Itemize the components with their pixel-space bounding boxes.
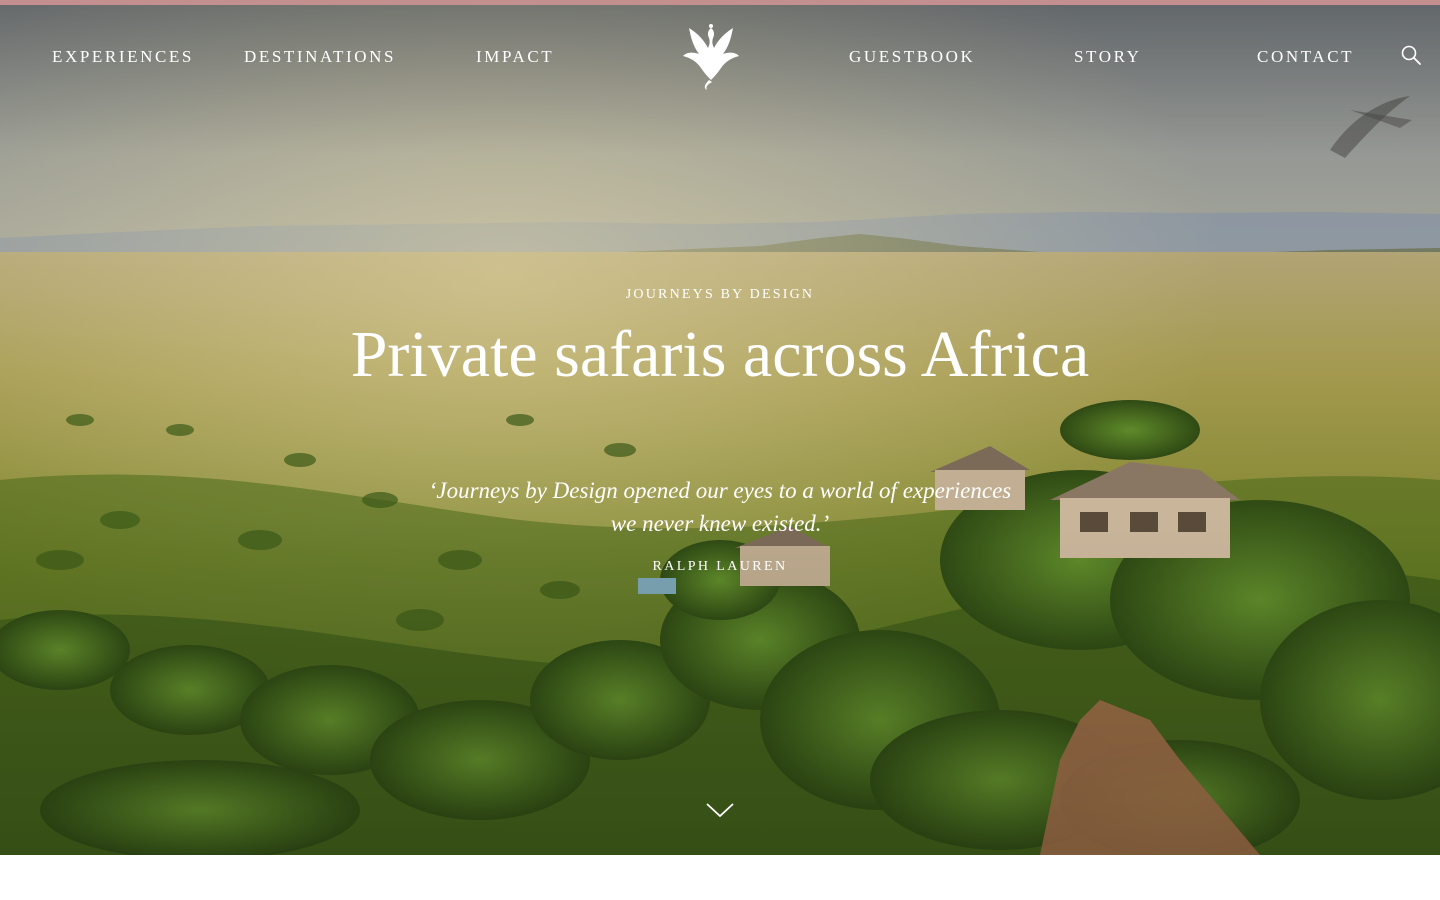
testimonial-author: RALPH LAUREN xyxy=(652,559,788,574)
hero-eyebrow: JOURNEYS BY DESIGN xyxy=(625,287,815,302)
hero-title: Private safaris across Africa xyxy=(350,318,1090,391)
hero-section: EXPERIENCES DESTINATIONS IMPACT GUESTBOO… xyxy=(0,0,1440,855)
swan-phoenix-logo-icon[interactable] xyxy=(679,22,743,92)
nav-impact-link[interactable]: IMPACT xyxy=(476,47,554,67)
testimonial-quote: ‘Journeys by Design opened our eyes to a… xyxy=(428,478,1012,536)
search-icon[interactable] xyxy=(1400,44,1422,66)
nav-guestbook-link[interactable]: GUESTBOOK xyxy=(849,47,975,67)
nav-experiences-link[interactable]: EXPERIENCES xyxy=(52,47,194,67)
hero-overlay xyxy=(0,0,1440,855)
content-section-start xyxy=(0,855,1440,900)
nav-story-link[interactable]: STORY xyxy=(1074,47,1142,67)
nav-contact-link[interactable]: CONTACT xyxy=(1257,47,1354,67)
top-accent-bar xyxy=(0,0,1440,5)
nav-destinations-link[interactable]: DESTINATIONS xyxy=(244,47,396,67)
chevron-down-icon[interactable] xyxy=(705,799,735,821)
